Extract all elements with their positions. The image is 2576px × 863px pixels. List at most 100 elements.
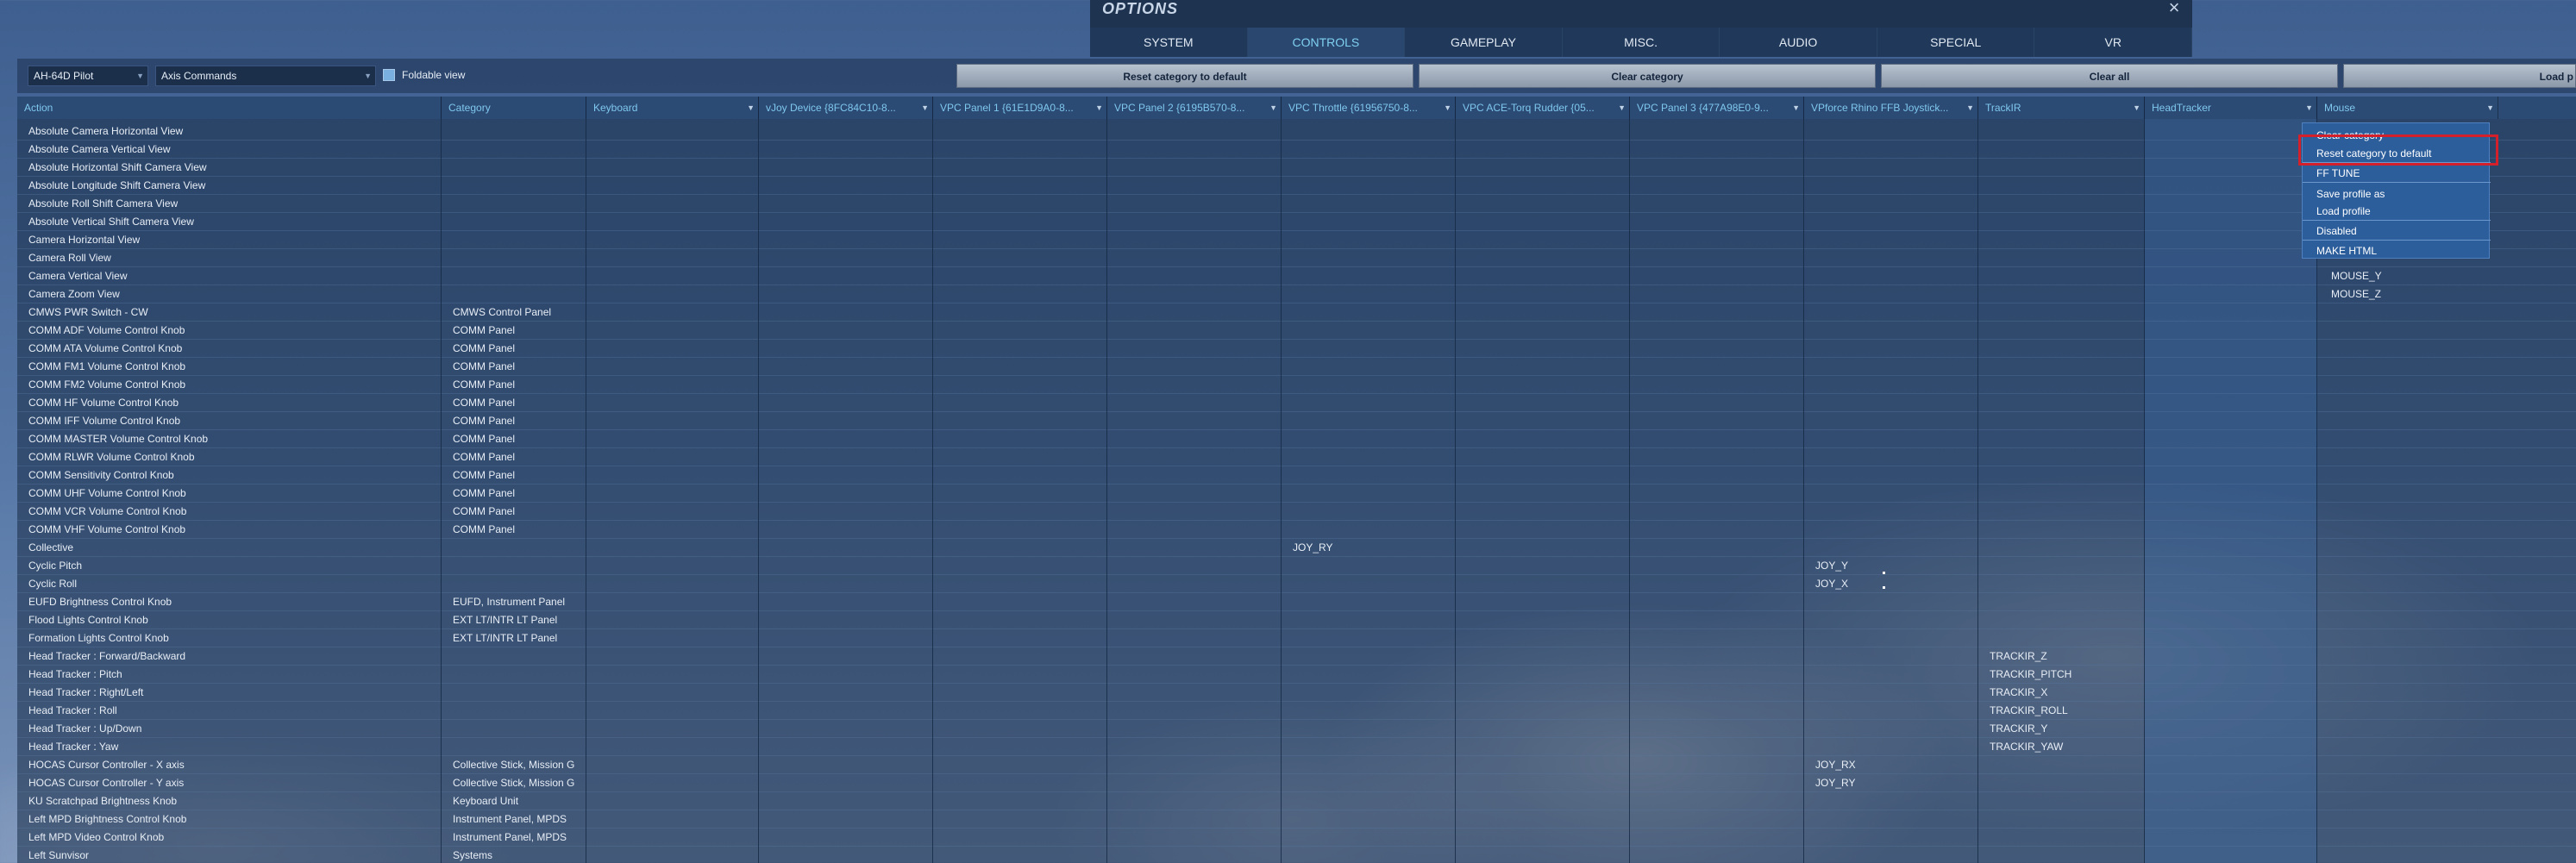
- chevron-down-icon[interactable]: ▼: [1792, 97, 1800, 119]
- table-row[interactable]: Head Tracker : Yaw TRACKIR_YAW: [17, 738, 2576, 756]
- col-category-cell[interactable]: CMWS Control Panel: [442, 303, 586, 322]
- col-action-header[interactable]: Action: [17, 97, 442, 119]
- table-row[interactable]: Formation Lights Control Knob EXT LT/INTR…: [17, 629, 2576, 647]
- table-row[interactable]: Left Sunvisor Systems: [17, 847, 2576, 863]
- col-mouse-header[interactable]: Mouse ▼: [2317, 97, 2498, 119]
- col-action-cell[interactable]: COMM VCR Volume Control Knob: [17, 503, 442, 521]
- col-action-cell[interactable]: Collective: [17, 539, 442, 557]
- col-keyboard-header[interactable]: Keyboard ▼: [586, 97, 759, 119]
- col-action-cell[interactable]: Left Sunvisor: [17, 847, 442, 863]
- col-action-cell[interactable]: Camera Vertical View: [17, 267, 442, 285]
- col-vpc-panel-3-header[interactable]: VPC Panel 3 {477A98E0-9... ▼: [1630, 97, 1804, 119]
- menu-item-ff-tune[interactable]: FF TUNE: [2303, 165, 2491, 182]
- table-row[interactable]: COMM FM2 Volume Control Knob COMM Panel: [17, 376, 2576, 394]
- col-action-cell[interactable]: EUFD Brightness Control Knob: [17, 593, 442, 611]
- col-action-cell[interactable]: Absolute Longitude Shift Camera View: [17, 177, 442, 195]
- clear-category-button[interactable]: Clear category: [1419, 64, 1876, 88]
- col-category-cell[interactable]: COMM Panel: [442, 394, 586, 412]
- col-category-cell[interactable]: COMM Panel: [442, 503, 586, 521]
- table-row[interactable]: Head Tracker : Right/Left TRACKIR_X: [17, 684, 2576, 702]
- chevron-down-icon[interactable]: ▼: [1966, 97, 1974, 119]
- aircraft-select[interactable]: AH-64D Pilot ▼: [28, 66, 148, 86]
- col-category-cell[interactable]: COMM Panel: [442, 340, 586, 358]
- col-action-cell[interactable]: COMM UHF Volume Control Knob: [17, 485, 442, 503]
- col-category-cell[interactable]: EXT LT/INTR LT Panel: [442, 611, 586, 629]
- table-row[interactable]: HOCAS Cursor Controller - X axis Collecti…: [17, 756, 2576, 774]
- col-action-cell[interactable]: COMM FM2 Volume Control Knob: [17, 376, 442, 394]
- col-category-cell[interactable]: COMM Panel: [442, 412, 586, 430]
- col-vpforce-cell[interactable]: JOY_RX: [1804, 756, 1978, 774]
- col-category-cell[interactable]: COMM Panel: [442, 466, 586, 485]
- col-action-cell[interactable]: Left MPD Video Control Knob: [17, 829, 442, 847]
- chevron-down-icon[interactable]: ▼: [921, 97, 929, 119]
- col-action-cell[interactable]: COMM IFF Volume Control Knob: [17, 412, 442, 430]
- col-vpc-throttle-cell[interactable]: JOY_RY: [1282, 539, 1456, 557]
- col-vjoy-header[interactable]: vJoy Device {8FC84C10-8... ▼: [759, 97, 933, 119]
- col-category-cell[interactable]: Collective Stick, Mission G: [442, 756, 586, 774]
- col-action-cell[interactable]: Head Tracker : Right/Left: [17, 684, 442, 702]
- col-action-cell[interactable]: Head Tracker : Forward/Backward: [17, 647, 442, 666]
- col-action-cell[interactable]: HOCAS Cursor Controller - X axis: [17, 756, 442, 774]
- table-row[interactable]: Collective JOY_RY: [17, 539, 2576, 557]
- col-action-cell[interactable]: COMM ADF Volume Control Knob: [17, 322, 442, 340]
- table-row[interactable]: Cyclic Roll JOY_X: [17, 575, 2576, 593]
- chevron-down-icon[interactable]: ▼: [747, 97, 755, 119]
- chevron-down-icon[interactable]: ▼: [1095, 97, 1103, 119]
- table-row[interactable]: COMM IFF Volume Control Knob COMM Panel: [17, 412, 2576, 430]
- col-mouse-cell[interactable]: MOUSE_Y: [2317, 267, 2498, 285]
- col-action-cell[interactable]: Head Tracker : Roll: [17, 702, 442, 720]
- table-row[interactable]: Absolute Camera Horizontal View: [17, 122, 2576, 141]
- table-row[interactable]: EUFD Brightness Control Knob EUFD, Instru…: [17, 593, 2576, 611]
- col-trackir-cell[interactable]: TRACKIR_Z: [1978, 647, 2145, 666]
- col-trackir-header[interactable]: TrackIR ▼: [1978, 97, 2145, 119]
- table-row[interactable]: COMM UHF Volume Control Knob COMM Panel: [17, 485, 2576, 503]
- tab-special[interactable]: SPECIAL: [1877, 28, 2035, 57]
- table-row[interactable]: Head Tracker : Forward/Backward TRACKIR_Z: [17, 647, 2576, 666]
- table-row[interactable]: COMM VHF Volume Control Knob COMM Panel: [17, 521, 2576, 539]
- col-action-cell[interactable]: Cyclic Pitch: [17, 557, 442, 575]
- col-action-cell[interactable]: CMWS PWR Switch - CW: [17, 303, 442, 322]
- col-action-cell[interactable]: Absolute Horizontal Shift Camera View: [17, 159, 442, 177]
- col-action-cell[interactable]: Head Tracker : Up/Down: [17, 720, 442, 738]
- chevron-down-icon[interactable]: ▼: [2133, 97, 2140, 119]
- chevron-down-icon[interactable]: ▼: [1444, 97, 1451, 119]
- table-row[interactable]: Absolute Longitude Shift Camera View: [17, 177, 2576, 195]
- col-action-cell[interactable]: Cyclic Roll: [17, 575, 442, 593]
- col-action-cell[interactable]: Absolute Camera Vertical View: [17, 141, 442, 159]
- table-row[interactable]: Left MPD Video Control Knob Instrument Pa…: [17, 829, 2576, 847]
- col-action-cell[interactable]: COMM VHF Volume Control Knob: [17, 521, 442, 539]
- col-action-cell[interactable]: COMM ATA Volume Control Knob: [17, 340, 442, 358]
- table-row[interactable]: COMM RLWR Volume Control Knob COMM Panel: [17, 448, 2576, 466]
- chevron-down-icon[interactable]: ▼: [1618, 97, 1626, 119]
- col-action-cell[interactable]: Head Tracker : Pitch: [17, 666, 442, 684]
- col-category-cell[interactable]: COMM Panel: [442, 521, 586, 539]
- menu-item-save-profile-as[interactable]: Save profile as: [2303, 185, 2491, 203]
- table-row[interactable]: Absolute Vertical Shift Camera View: [17, 213, 2576, 231]
- table-row[interactable]: COMM ATA Volume Control Knob COMM Panel: [17, 340, 2576, 358]
- col-action-cell[interactable]: Formation Lights Control Knob: [17, 629, 442, 647]
- table-row[interactable]: Absolute Roll Shift Camera View: [17, 195, 2576, 213]
- table-row[interactable]: Camera Vertical View MOUSE_Y: [17, 267, 2576, 285]
- tab-controls[interactable]: CONTROLS: [1247, 28, 1406, 57]
- table-row[interactable]: HOCAS Cursor Controller - Y axis Collecti…: [17, 774, 2576, 792]
- col-vpc-panel-1-header[interactable]: VPC Panel 1 {61E1D9A0-8... ▼: [933, 97, 1107, 119]
- menu-item-make-html[interactable]: MAKE HTML: [2303, 242, 2491, 260]
- col-vpforce-cell[interactable]: JOY_Y: [1804, 557, 1978, 575]
- table-row[interactable]: COMM MASTER Volume Control Knob COMM Pane…: [17, 430, 2576, 448]
- col-trackir-cell[interactable]: TRACKIR_Y: [1978, 720, 2145, 738]
- col-category-cell[interactable]: COMM Panel: [442, 485, 586, 503]
- col-trackir-cell[interactable]: TRACKIR_ROLL: [1978, 702, 2145, 720]
- col-action-cell[interactable]: Flood Lights Control Knob: [17, 611, 442, 629]
- table-row[interactable]: COMM HF Volume Control Knob COMM Panel: [17, 394, 2576, 412]
- table-row[interactable]: Camera Zoom View MOUSE_Z: [17, 285, 2576, 303]
- chevron-down-icon[interactable]: ▼: [2305, 97, 2313, 119]
- col-action-cell[interactable]: Head Tracker : Yaw: [17, 738, 442, 756]
- table-row[interactable]: Camera Horizontal View: [17, 231, 2576, 249]
- tab-system[interactable]: SYSTEM: [1090, 28, 1248, 57]
- clear-all-button[interactable]: Clear all: [1881, 64, 2338, 88]
- tab-misc[interactable]: MISC.: [1562, 28, 1720, 57]
- col-action-cell[interactable]: COMM FM1 Volume Control Knob: [17, 358, 442, 376]
- col-action-cell[interactable]: COMM Sensitivity Control Knob: [17, 466, 442, 485]
- col-category-cell[interactable]: Collective Stick, Mission G: [442, 774, 586, 792]
- table-row[interactable]: Absolute Camera Vertical View: [17, 141, 2576, 159]
